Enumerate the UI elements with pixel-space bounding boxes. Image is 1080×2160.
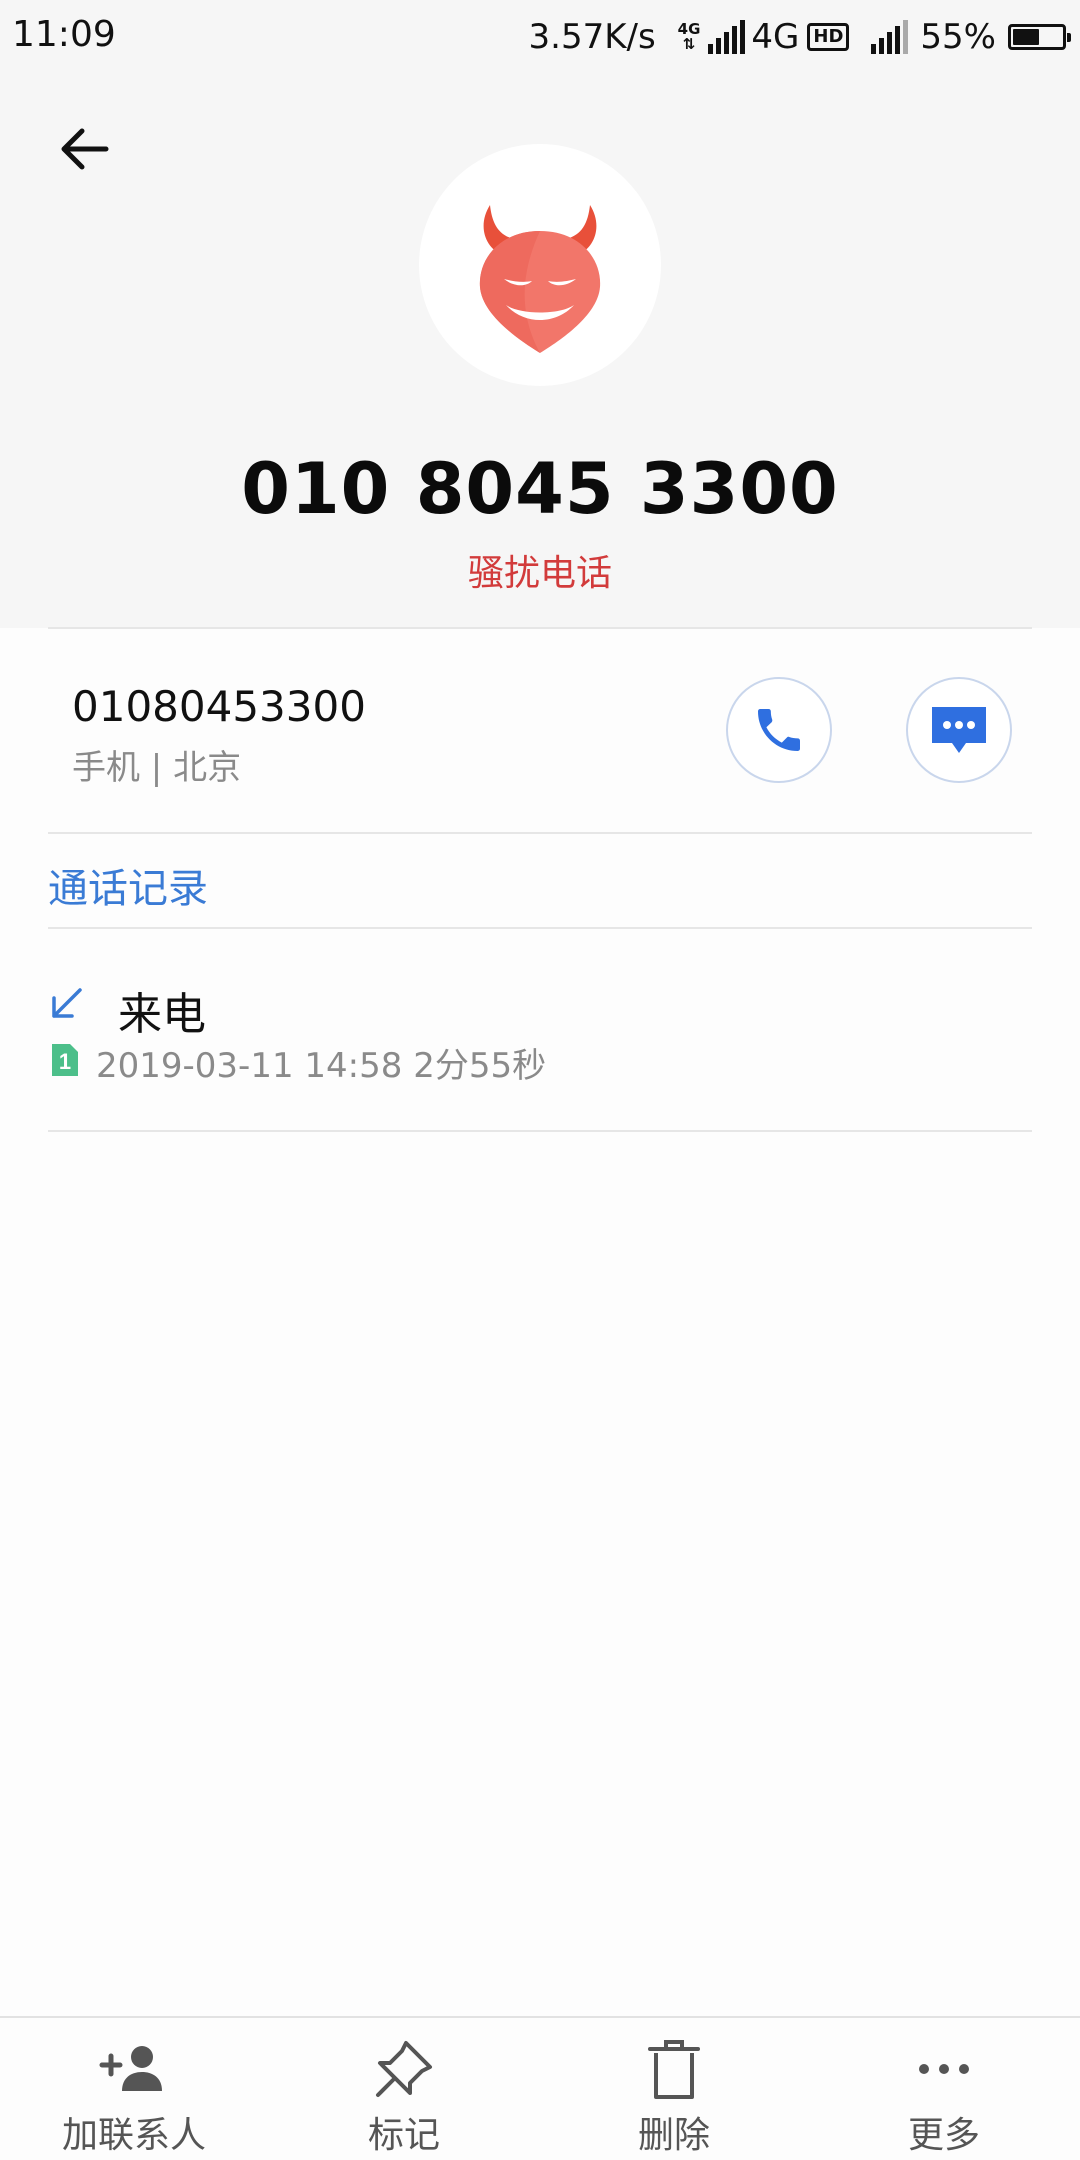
network-speed: 3.57K/s [528, 17, 656, 57]
status-time: 11:09 [12, 14, 116, 55]
status-indicators: 3.57K/s 4G ⇅ 4G HD 55% [528, 12, 1071, 62]
mark-label: 标记 [367, 2115, 440, 2156]
call-record-type: 来电 [118, 989, 206, 1040]
spam-call-label: 骚扰电话 [467, 553, 612, 594]
incoming-call-arrow-icon [52, 988, 82, 1018]
devil-face-icon [479, 205, 601, 353]
number-type-location: 手机 | 北京 [72, 748, 242, 788]
more-dots-icon [919, 2064, 969, 2074]
call-button[interactable] [726, 677, 832, 783]
divider [48, 832, 1032, 834]
add-contact-button[interactable]: 加联系人 [34, 2032, 234, 2158]
add-person-icon [99, 2046, 162, 2091]
delete-label: 删除 [637, 2115, 710, 2156]
message-bubble-icon [932, 707, 986, 753]
network-type: 4G [751, 17, 800, 57]
avatar [419, 144, 661, 386]
divider [48, 927, 1032, 929]
mark-button[interactable]: 标记 [304, 2032, 504, 2158]
trash-icon [648, 2040, 700, 2099]
sim-slot-number: 1 [59, 1049, 71, 1074]
call-history-title: 通话记录 [48, 866, 208, 912]
battery-level [1013, 29, 1039, 45]
arrow-left-icon [61, 128, 109, 170]
phone-number[interactable]: 01080453300 [72, 682, 366, 731]
status-bar: 11:09 3.57K/s 4G ⇅ 4G HD 55% [0, 0, 1080, 76]
caller-header: 010 8045 3300 骚扰电话 [0, 76, 1080, 628]
more-label: 更多 [907, 2115, 980, 2156]
call-record-item[interactable]: 来电 1 2019-03-11 14:58 2分55秒 [48, 930, 1032, 1130]
message-button[interactable] [906, 677, 1012, 783]
call-record-detail: 2019-03-11 14:58 2分55秒 [96, 1046, 547, 1086]
sim-card-icon: 1 [52, 1044, 78, 1076]
add-contact-label: 加联系人 [61, 2115, 206, 2156]
divider [48, 1130, 1032, 1132]
delete-button[interactable]: 删除 [574, 2032, 774, 2158]
battery-percent: 55% [920, 17, 996, 57]
bottom-action-bar: 加联系人 标记 删除 更多 [0, 2016, 1080, 2160]
data-arrows-icon: ⇅ [682, 35, 696, 53]
more-button[interactable]: 更多 [844, 2032, 1044, 2158]
phone-icon [758, 709, 800, 751]
pin-icon [376, 2041, 432, 2097]
phone-number-title: 010 8045 3300 [241, 448, 839, 530]
back-button[interactable] [44, 114, 124, 184]
battery-icon [1008, 24, 1071, 50]
signal-strength-2-icon [871, 20, 909, 54]
hd-voice-icon: HD [807, 23, 850, 51]
divider [48, 627, 1032, 629]
call-detail-screen: 11:09 3.57K/s 4G ⇅ 4G HD 55% 010 8045 33… [0, 0, 1080, 2160]
signal-strength-icon [708, 20, 746, 54]
data-activity-icon: 4G ⇅ [678, 22, 701, 52]
